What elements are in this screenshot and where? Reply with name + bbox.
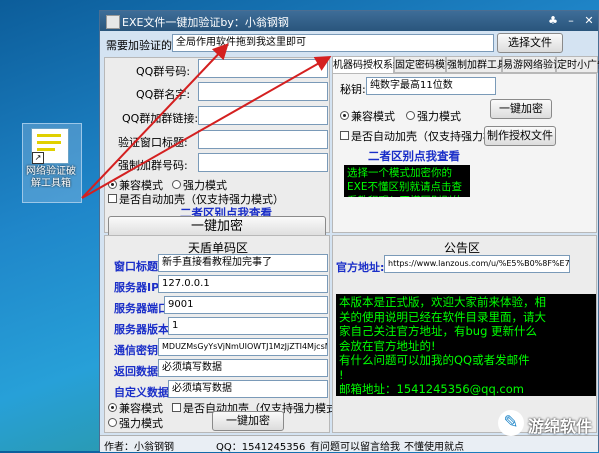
annotation-arrows — [81, 43, 332, 199]
watermark-logo-icon: ✎ — [498, 410, 524, 436]
watermark: ✎ 游绵软件 — [496, 394, 599, 451]
arrow-to-exe-field — [81, 43, 229, 199]
watermark-text: 游绵软件 — [528, 417, 593, 436]
arrow-to-machine-tab — [81, 56, 332, 199]
